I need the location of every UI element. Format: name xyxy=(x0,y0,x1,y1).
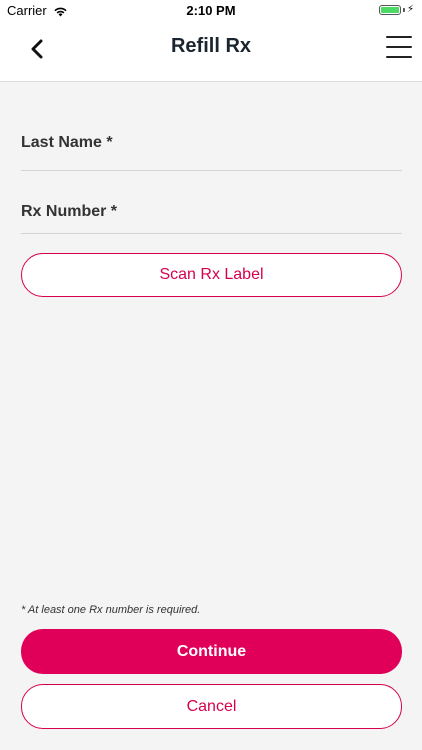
last-name-input[interactable] xyxy=(21,155,402,166)
cancel-button[interactable]: Cancel xyxy=(21,684,402,729)
menu-line xyxy=(386,36,412,38)
rx-number-label: Rx Number * xyxy=(21,203,118,220)
status-bar: Carrier 2:10 PM ⚡ xyxy=(0,0,422,22)
required-note: * At least one Rx number is required. xyxy=(21,604,201,616)
scan-rx-label-button[interactable]: Scan Rx Label xyxy=(21,253,402,297)
rx-number-input[interactable] xyxy=(21,224,402,235)
menu-line xyxy=(386,46,412,48)
clock: 2:10 PM xyxy=(186,3,236,18)
rx-number-field[interactable]: Rx Number * xyxy=(21,203,402,235)
battery-cap xyxy=(402,8,405,12)
battery-icon xyxy=(378,5,401,15)
last-name-field[interactable]: Last Name * xyxy=(21,134,402,171)
last-name-label: Last Name * xyxy=(21,134,113,151)
page-title: Refill Rx xyxy=(170,35,252,57)
menu-button[interactable] xyxy=(386,36,412,58)
battery-indicator: ⚡ xyxy=(378,4,414,15)
battery-fill xyxy=(380,7,399,13)
header: Carrier 2:10 PM ⚡ Refill Rx xyxy=(0,0,422,82)
charging-bolt-icon: ⚡ xyxy=(406,4,414,15)
menu-line xyxy=(386,56,412,58)
navigation-bar: Refill Rx xyxy=(0,22,422,80)
continue-button[interactable]: Continue xyxy=(21,629,402,674)
